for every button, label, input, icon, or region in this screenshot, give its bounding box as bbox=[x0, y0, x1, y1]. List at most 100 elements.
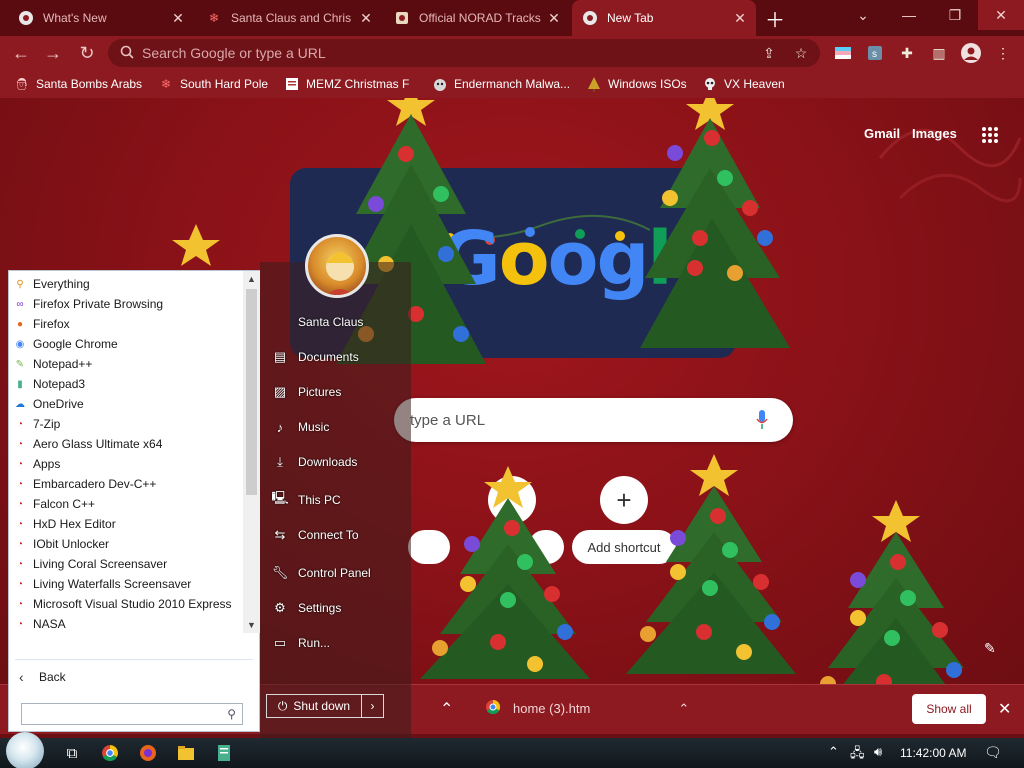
back-button[interactable]: ‹ Back bbox=[19, 667, 219, 687]
program-item[interactable]: ◔ Microsoft Visual Studio 2010 Express bbox=[9, 594, 243, 614]
bookmark-star-icon[interactable]: ☆ bbox=[790, 42, 812, 64]
show-all-button[interactable]: Show all bbox=[912, 694, 986, 724]
shutdown-options-arrow[interactable]: › bbox=[362, 694, 384, 718]
program-list-scrollbar[interactable]: ▲ ▼ bbox=[243, 271, 260, 633]
start-item-documents[interactable]: ▤ Documents bbox=[270, 345, 406, 369]
network-icon[interactable]: 🖧︎ bbox=[850, 744, 865, 766]
minimize-button[interactable]: — bbox=[886, 0, 932, 30]
start-search-input[interactable] bbox=[26, 706, 216, 722]
tab-whats-new[interactable]: What's New ✕ bbox=[8, 0, 194, 36]
menu-kebab-icon[interactable]: ⋮ bbox=[992, 42, 1014, 64]
share-icon[interactable]: ⇪ bbox=[758, 42, 780, 64]
close-tab-icon[interactable]: ✕ bbox=[546, 10, 562, 26]
program-item[interactable]: ▮ Notepad3 bbox=[9, 374, 243, 394]
bookmark-windows-isos[interactable]: Windows ISOs bbox=[586, 75, 687, 93]
scroll-down-arrow[interactable]: ▼ bbox=[243, 617, 260, 633]
firefox-taskbar-icon[interactable] bbox=[136, 741, 160, 765]
start-item-label: This PC bbox=[298, 493, 341, 507]
tab-norad[interactable]: Official NORAD Tracks ✕ bbox=[384, 0, 570, 36]
action-center-icon[interactable]: 🗨︎ bbox=[984, 744, 1002, 761]
volume-icon[interactable]: 🔊︎ bbox=[874, 744, 882, 760]
bookmark-south-hard-pole[interactable]: ❄ South Hard Pole bbox=[158, 75, 268, 93]
close-tab-icon[interactable]: ✕ bbox=[170, 10, 186, 26]
tab-new-tab[interactable]: New Tab ✕ bbox=[572, 0, 756, 36]
clock[interactable]: 11:42:00 AM bbox=[900, 746, 967, 760]
side-panel-icon[interactable]: ▥ bbox=[928, 42, 950, 64]
start-item-pictures[interactable]: ▨ Pictures bbox=[270, 380, 406, 404]
start-search-field[interactable]: ⚲ bbox=[21, 703, 243, 725]
bookmark-santa-bombs[interactable]: 🎅︎ Santa Bombs Arabs bbox=[14, 75, 142, 93]
omnibox[interactable]: ⇪ ☆ bbox=[108, 39, 820, 67]
microphone-icon[interactable] bbox=[756, 410, 768, 435]
restore-button[interactable]: ❐ bbox=[932, 0, 978, 30]
close-shelf-icon[interactable]: ✕ bbox=[998, 699, 1011, 719]
start-item-this-pc[interactable]: 🖳︎ This PC bbox=[270, 488, 406, 512]
gmail-link[interactable]: Gmail bbox=[864, 126, 900, 141]
google-search-box[interactable] bbox=[394, 398, 793, 442]
close-window-button[interactable]: ✕ bbox=[978, 0, 1024, 30]
download-item[interactable]: home (3).htm ⌃ bbox=[485, 699, 689, 718]
s-extension-icon[interactable]: s bbox=[864, 42, 886, 64]
folder-red-icon: ◔ bbox=[16, 478, 24, 490]
start-item-downloads[interactable]: ⤓ Downloads bbox=[270, 450, 406, 474]
chrome-taskbar-icon[interactable] bbox=[98, 741, 122, 765]
program-item[interactable]: ◔ Falcon C++ bbox=[9, 494, 243, 514]
back-arrow-icon[interactable]: ← bbox=[8, 40, 34, 66]
start-item-run[interactable]: ▭ Run... bbox=[270, 631, 406, 655]
flag-extension-icon[interactable] bbox=[832, 42, 854, 64]
new-tab-button[interactable]: ＋ bbox=[760, 0, 790, 36]
customize-pencil-icon[interactable]: ✎ bbox=[984, 640, 996, 657]
program-item[interactable]: ⚲ Everything bbox=[9, 274, 243, 294]
bookmark-vx-heaven[interactable]: VX Heaven bbox=[702, 75, 785, 93]
search-input[interactable] bbox=[410, 409, 740, 431]
program-item[interactable]: ☁ OneDrive bbox=[9, 394, 243, 414]
download-options-chevron-icon[interactable]: ⌃ bbox=[678, 701, 689, 717]
scroll-up-arrow[interactable]: ▲ bbox=[243, 271, 260, 287]
images-link[interactable]: Images bbox=[912, 126, 957, 141]
omnibox-input[interactable] bbox=[142, 43, 742, 63]
extensions-puzzle-icon[interactable]: ✚ bbox=[896, 42, 918, 64]
start-item-label: Santa Claus bbox=[298, 315, 364, 329]
program-item[interactable]: ◔ IObit Unlocker bbox=[9, 534, 243, 554]
program-item[interactable]: ◔ Embarcadero Dev-C++ bbox=[9, 474, 243, 494]
shelf-chevron-icon[interactable]: ⌃ bbox=[440, 699, 453, 719]
snowflake-icon: ❄ bbox=[208, 11, 220, 25]
close-tab-icon[interactable]: ✕ bbox=[358, 10, 374, 26]
program-item[interactable]: ∞ Firefox Private Browsing bbox=[9, 294, 243, 314]
bookmark-memz[interactable]: MEMZ Christmas F bbox=[284, 75, 409, 93]
folder-red-icon: ◔ bbox=[16, 518, 24, 530]
program-item[interactable]: ◔ Living Coral Screensaver bbox=[9, 554, 243, 574]
forward-arrow-icon[interactable]: → bbox=[40, 40, 66, 66]
program-item[interactable]: ✎ Notepad++ bbox=[9, 354, 243, 374]
program-item[interactable]: ◔ HxD Hex Editor bbox=[9, 514, 243, 534]
user-avatar[interactable] bbox=[305, 234, 369, 298]
start-item-user[interactable]: Santa Claus bbox=[270, 310, 406, 334]
file-explorer-icon[interactable] bbox=[174, 741, 198, 765]
program-item[interactable]: ◔ Apps bbox=[9, 454, 243, 474]
program-item[interactable]: ◔ Aero Glass Ultimate x64 bbox=[9, 434, 243, 454]
magnifier-icon: ⚲ bbox=[16, 278, 24, 290]
shutdown-button[interactable]: ⏻ Shut down bbox=[266, 694, 362, 718]
program-item[interactable]: ◔ 7-Zip bbox=[9, 414, 243, 434]
tab-search-icon[interactable]: ⌄ bbox=[840, 0, 886, 30]
bookmark-endermanch[interactable]: Endermanch Malwa... bbox=[432, 75, 570, 93]
start-item-connect-to[interactable]: ⇆ Connect To bbox=[270, 523, 406, 547]
program-item[interactable]: ◔ Living Waterfalls Screensaver bbox=[9, 574, 243, 594]
scrollbar-thumb[interactable] bbox=[246, 289, 257, 495]
tab-title: Santa Claus and Chris bbox=[231, 11, 352, 25]
program-item[interactable]: ◔ NASA bbox=[9, 614, 243, 633]
tab-santa-claus[interactable]: ❄ Santa Claus and Chris ✕ bbox=[196, 0, 382, 36]
reload-icon[interactable]: ↻ bbox=[74, 40, 100, 66]
program-label: 7-Zip bbox=[33, 417, 61, 431]
start-item-control-panel[interactable]: 🔧︎ Control Panel bbox=[270, 561, 406, 585]
start-item-music[interactable]: ♪ Music bbox=[270, 415, 406, 439]
profile-avatar-icon[interactable] bbox=[960, 42, 982, 64]
notepad3-taskbar-icon[interactable] bbox=[212, 741, 236, 765]
apps-grid-icon[interactable] bbox=[981, 126, 999, 149]
close-tab-icon[interactable]: ✕ bbox=[732, 10, 748, 26]
task-view-icon[interactable]: ⧉ bbox=[60, 741, 84, 765]
program-item[interactable]: ◉ Google Chrome bbox=[9, 334, 243, 354]
program-item[interactable]: ● Firefox bbox=[9, 314, 243, 334]
show-hidden-icons-icon[interactable]: ⌃ bbox=[828, 744, 839, 760]
start-item-settings[interactable]: ⚙ Settings bbox=[270, 596, 406, 620]
